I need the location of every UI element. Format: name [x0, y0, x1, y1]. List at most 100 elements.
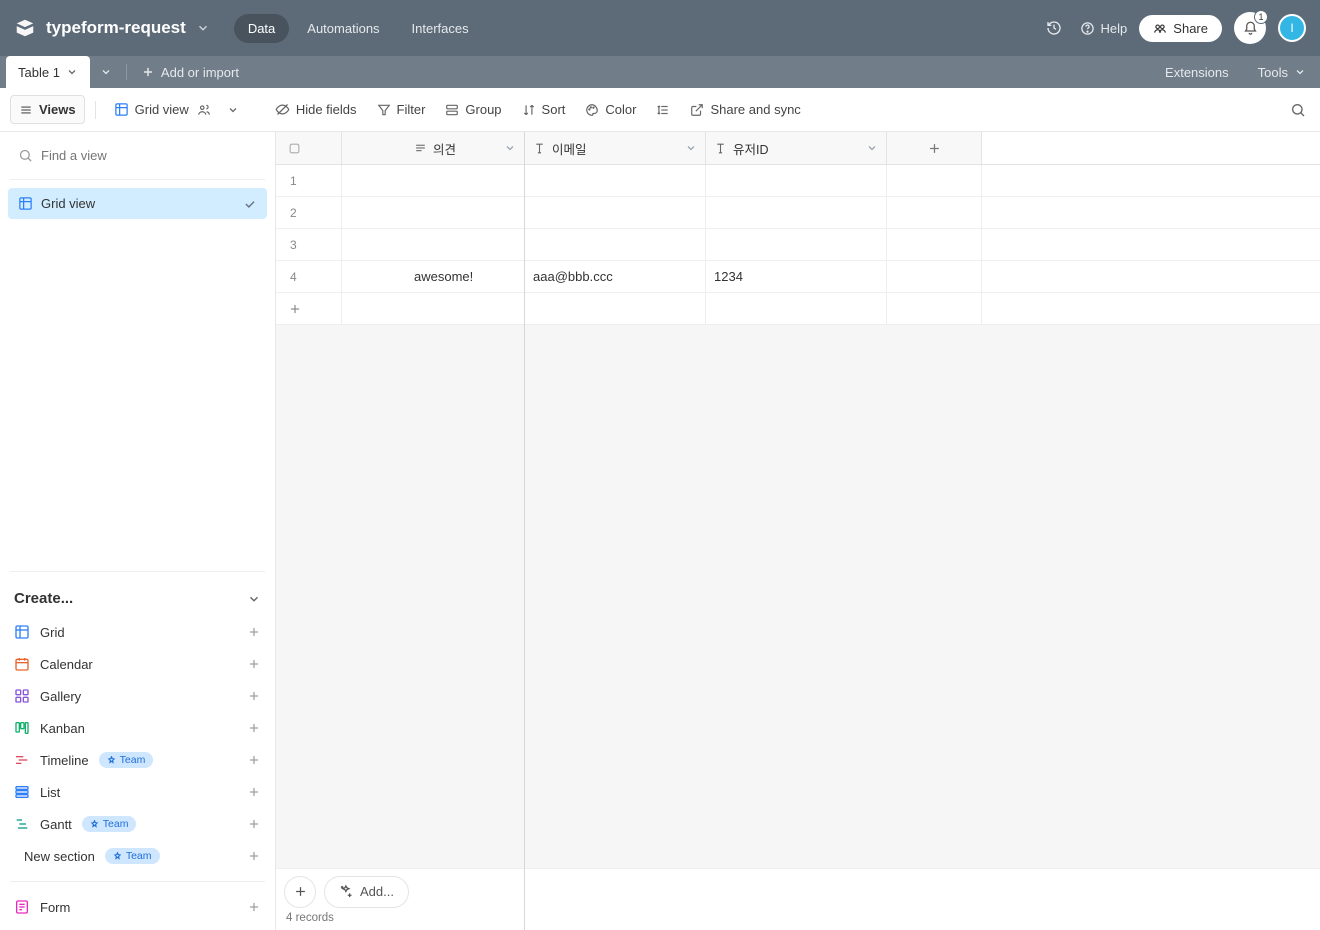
- tools-button[interactable]: Tools: [1248, 65, 1320, 80]
- text-icon: [714, 142, 727, 155]
- view-menu[interactable]: [223, 98, 243, 122]
- cell[interactable]: [706, 197, 887, 228]
- search-button[interactable]: [1286, 98, 1310, 122]
- cell[interactable]: [342, 165, 525, 196]
- tab-automations[interactable]: Automations: [293, 14, 393, 43]
- create-grid[interactable]: Grid: [8, 617, 267, 647]
- create-gallery[interactable]: Gallery: [8, 681, 267, 711]
- cell[interactable]: [706, 229, 887, 260]
- create-list-view[interactable]: List: [8, 777, 267, 807]
- nav-tabs: Data Automations Interfaces: [234, 14, 483, 43]
- share-label: Share: [1173, 21, 1208, 36]
- add-or-import-button[interactable]: Add or import: [131, 56, 249, 88]
- add-field-button[interactable]: [887, 132, 982, 164]
- create-kanban[interactable]: Kanban: [8, 713, 267, 743]
- cell[interactable]: 1234: [706, 261, 887, 292]
- plus-icon: [293, 884, 308, 899]
- chevron-down-icon: [504, 142, 516, 154]
- group-button[interactable]: Group: [437, 96, 509, 123]
- chevron-down-icon: [227, 104, 239, 116]
- color-button[interactable]: Color: [577, 96, 644, 123]
- column-header-3[interactable]: 유저ID: [706, 132, 887, 164]
- add-record-button[interactable]: [284, 876, 316, 908]
- table-row[interactable]: 3: [276, 229, 1320, 261]
- create-new-section[interactable]: New section Team: [8, 841, 267, 871]
- table-tab-label: Table 1: [18, 65, 60, 80]
- sort-button[interactable]: Sort: [514, 96, 574, 123]
- row-height-button[interactable]: [648, 97, 678, 123]
- column-header-1[interactable]: 의견: [342, 132, 525, 164]
- create-header[interactable]: Create...: [8, 580, 267, 617]
- find-view[interactable]: [8, 140, 267, 171]
- find-view-input[interactable]: [41, 148, 257, 163]
- cell[interactable]: awesome!: [342, 261, 525, 292]
- tab-interfaces[interactable]: Interfaces: [398, 14, 483, 43]
- grid-scroll[interactable]: 의견 이메일 유저ID 1: [276, 132, 1320, 868]
- add-row[interactable]: [276, 293, 1320, 325]
- plus-icon: [247, 721, 261, 735]
- extensions-button[interactable]: Extensions: [1155, 65, 1239, 80]
- cell[interactable]: [525, 165, 706, 196]
- team-badge: Team: [82, 816, 137, 832]
- notification-badge: 1: [1254, 10, 1268, 24]
- list-icon: [14, 784, 30, 800]
- add-row-plus: [276, 293, 342, 324]
- sidebar-view-grid[interactable]: Grid view: [8, 188, 267, 219]
- chevron-down-icon: [866, 142, 878, 154]
- form-icon: [14, 899, 30, 915]
- base-switcher[interactable]: typeform-request: [14, 17, 210, 39]
- add-menu-button[interactable]: Add...: [324, 876, 409, 908]
- column-header-2[interactable]: 이메일: [525, 132, 706, 164]
- chevron-down-icon: [196, 21, 210, 35]
- table-row[interactable]: 4 awesome! aaa@bbb.ccc 1234: [276, 261, 1320, 293]
- chevron-down-icon: [1294, 66, 1306, 78]
- check-icon: [243, 197, 257, 211]
- cell[interactable]: [525, 229, 706, 260]
- avatar[interactable]: I: [1278, 14, 1306, 42]
- main: Grid view Create... Grid Calendar: [0, 132, 1320, 930]
- tab-data[interactable]: Data: [234, 14, 289, 43]
- cell[interactable]: aaa@bbb.ccc: [525, 261, 706, 292]
- share-button[interactable]: Share: [1139, 15, 1222, 42]
- cell-blank: [887, 197, 982, 228]
- create-calendar[interactable]: Calendar: [8, 649, 267, 679]
- create-form[interactable]: Form: [8, 892, 267, 922]
- cell[interactable]: [706, 165, 887, 196]
- notifications-button[interactable]: 1: [1234, 12, 1266, 44]
- view-switcher[interactable]: Grid view: [106, 96, 219, 123]
- help-button[interactable]: Help: [1080, 21, 1128, 36]
- plus-icon: [141, 65, 155, 79]
- hide-fields-button[interactable]: Hide fields: [267, 96, 365, 123]
- base-title: typeform-request: [46, 18, 186, 38]
- select-all[interactable]: [276, 132, 342, 164]
- divider: [10, 881, 265, 882]
- grid-header: 의견 이메일 유저ID: [276, 132, 1320, 165]
- cell[interactable]: [342, 197, 525, 228]
- grid-icon: [14, 624, 30, 640]
- filter-button[interactable]: Filter: [369, 96, 434, 123]
- grid-icon: [114, 102, 129, 117]
- table-row[interactable]: 2: [276, 197, 1320, 229]
- table-tab-menu[interactable]: [90, 56, 122, 88]
- timeline-icon: [14, 752, 30, 768]
- views-toggle[interactable]: Views: [10, 95, 85, 124]
- separator: [95, 101, 96, 119]
- external-link-icon: [690, 103, 704, 117]
- table-row[interactable]: 1: [276, 165, 1320, 197]
- row-height-icon: [656, 103, 670, 117]
- grid-icon: [18, 196, 33, 211]
- cell-blank: [887, 261, 982, 292]
- share-sync-button[interactable]: Share and sync: [682, 96, 808, 123]
- group-icon: [445, 103, 459, 117]
- cell[interactable]: [342, 229, 525, 260]
- calendar-icon: [14, 656, 30, 672]
- create-gantt[interactable]: Gantt Team: [8, 809, 267, 839]
- paint-icon: [585, 103, 599, 117]
- history-button[interactable]: [1040, 14, 1068, 42]
- cell[interactable]: [525, 197, 706, 228]
- create-timeline[interactable]: Timeline Team: [8, 745, 267, 775]
- app-header: typeform-request Data Automations Interf…: [0, 0, 1320, 56]
- checkbox-icon: [288, 142, 301, 155]
- header-right: Help Share 1 I: [1040, 12, 1306, 44]
- table-tab-1[interactable]: Table 1: [6, 56, 90, 88]
